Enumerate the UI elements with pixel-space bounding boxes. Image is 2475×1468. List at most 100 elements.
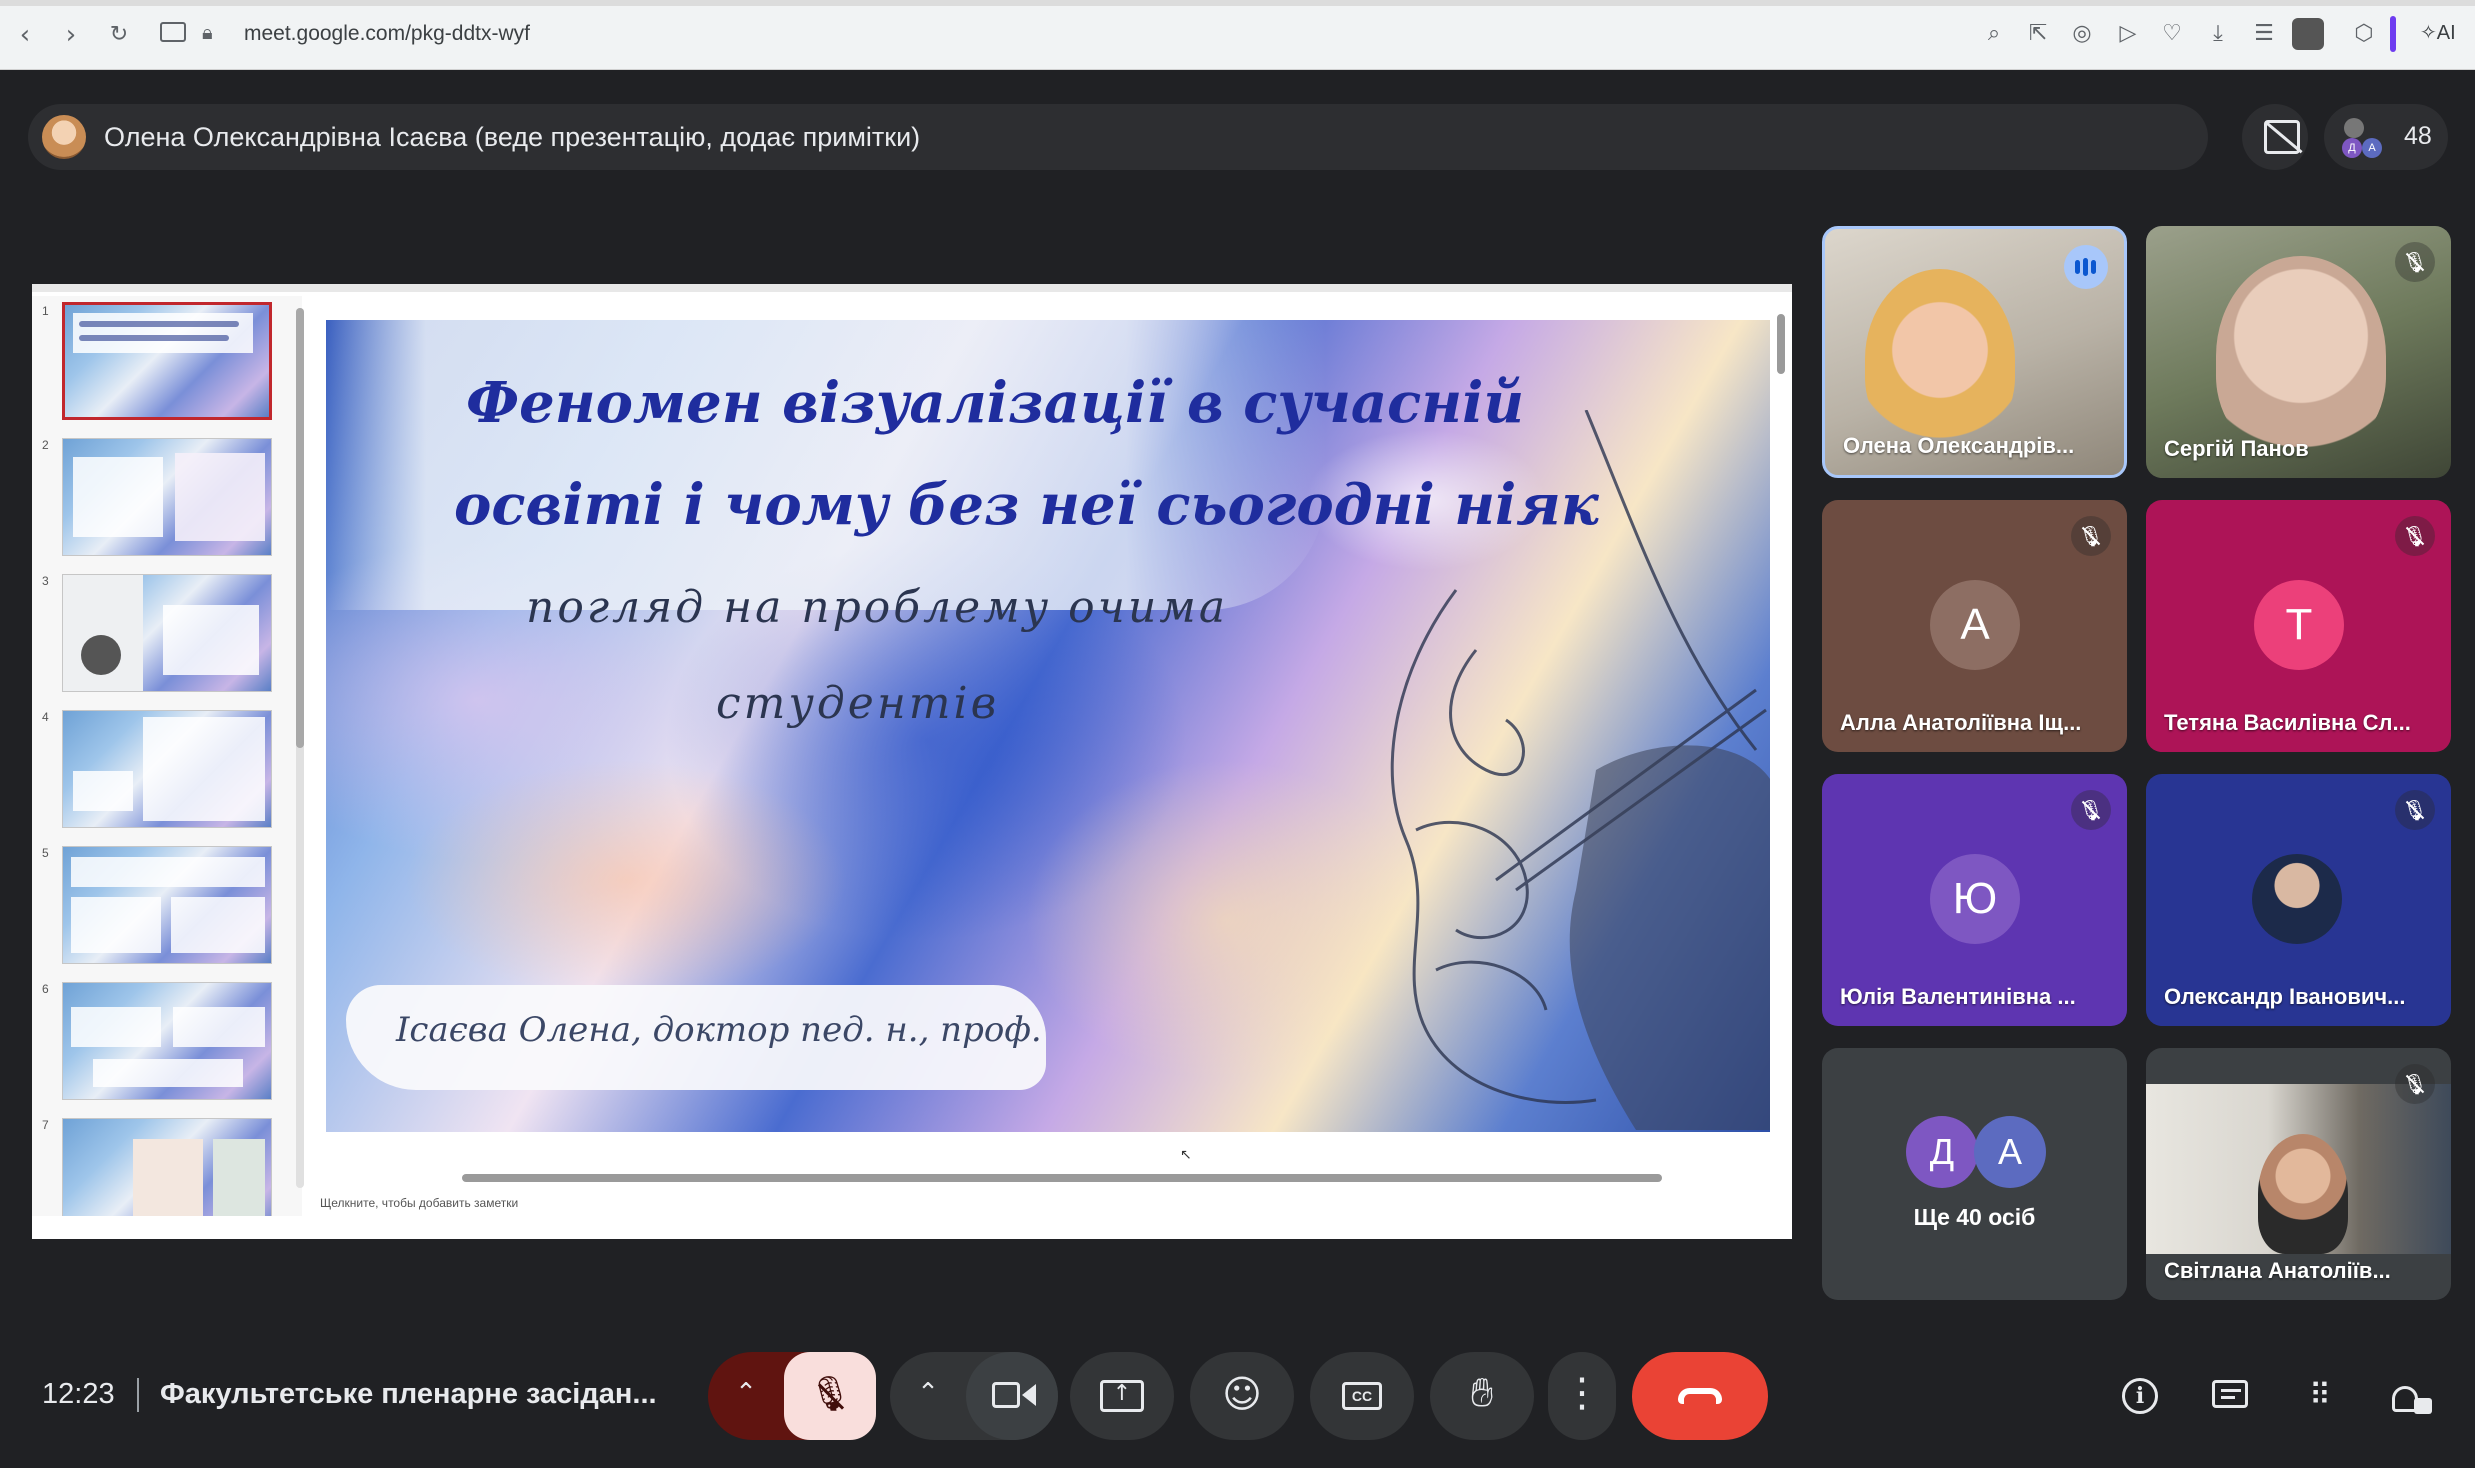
slide-thumbnail-7[interactable]: [62, 1118, 272, 1216]
participant-name: Тетяна Василівна Сл...: [2164, 710, 2411, 735]
extension-cube-icon[interactable]: ⬡: [2348, 18, 2380, 50]
presenter-name: Олена Олександрівна Ісаєва (веде презент…: [104, 122, 921, 152]
participant-tile-3[interactable]: А 🎙︎ Алла Анатоліївна Іщ...: [1822, 500, 2127, 752]
profile-avatar[interactable]: [2292, 18, 2324, 50]
stop-presenting-button[interactable]: [2242, 104, 2308, 170]
participant-video: [1865, 269, 2015, 449]
slide-author: Ісаєва Олена, доктор пед. н., проф.: [396, 1010, 1042, 1050]
present-screen-button[interactable]: ↑: [1070, 1352, 1174, 1440]
slide-thumbnail-3[interactable]: [62, 574, 272, 692]
leave-call-button[interactable]: [1632, 1352, 1768, 1440]
microphone-control-group: ⌃ 🎙︎: [708, 1352, 876, 1440]
slide-thumbnail-2[interactable]: [62, 438, 272, 556]
tab-strip: [0, 0, 2475, 6]
slide-thumbnail-5[interactable]: [62, 846, 272, 964]
host-controls-button[interactable]: [2386, 1372, 2434, 1420]
speaker-notes-field[interactable]: Щелкните, чтобы добавить заметки: [320, 1196, 518, 1210]
participant-avatar: А: [1974, 1116, 2046, 1188]
presenter-banner: Олена Олександрівна Ісаєва (веде презент…: [28, 104, 2208, 170]
participant-tile-4[interactable]: Т 🎙︎ Тетяна Василівна Сл...: [2146, 500, 2451, 752]
camera-icon[interactable]: ◎: [2066, 18, 2098, 50]
mic-off-icon: 🎙︎: [2395, 242, 2435, 282]
people-avatars-icon: Д А: [2342, 118, 2388, 158]
activities-button[interactable]: ⠿: [2296, 1372, 2344, 1420]
slide-horizontal-scrollbar[interactable]: [462, 1174, 1662, 1182]
slide-subtitle-line-1: погляд на проблему очима: [526, 582, 1229, 633]
slide-thumbnails-panel[interactable]: 1 2 3 4 5 6 7: [32, 296, 302, 1216]
participant-video: [2216, 256, 2386, 456]
slide-thumbnail-4[interactable]: [62, 710, 272, 828]
present-off-icon: [2264, 120, 2300, 154]
participant-avatar: [2252, 854, 2342, 944]
video-camera-icon: [992, 1382, 1020, 1408]
participant-name: Олександр Іванович...: [2164, 984, 2406, 1009]
reload-icon[interactable]: ↻: [100, 16, 138, 54]
apps-grid-icon: ⠿: [2309, 1378, 2331, 1413]
slide-thumbnail-1[interactable]: [62, 302, 272, 420]
address-bar[interactable]: 🔒︎ meet.google.com/pkg-ddtx-wyf: [140, 12, 1960, 58]
chat-button[interactable]: [2206, 1372, 2254, 1420]
site-info-icon[interactable]: [160, 22, 186, 42]
mic-toggle-button[interactable]: 🎙︎: [784, 1352, 876, 1440]
mic-off-icon: 🎙︎: [2395, 790, 2435, 830]
more-vertical-icon: ⋮: [1562, 1370, 1602, 1416]
raise-hand-button[interactable]: ✋︎: [1430, 1352, 1534, 1440]
slide-thumbnail-6[interactable]: [62, 982, 272, 1100]
presentation-window: 1 2 3 4 5 6 7 Феномен візуалізації в суч…: [32, 284, 1792, 1239]
participant-tile-2[interactable]: 🎙︎ Сергій Панов: [2146, 226, 2451, 478]
slide-vertical-scrollbar[interactable]: [1777, 314, 1785, 374]
heart-icon[interactable]: ♡: [2156, 18, 2188, 50]
participant-name: Світлана Анатоліїв...: [2164, 1258, 2391, 1283]
share-icon[interactable]: ⇱: [2022, 18, 2054, 50]
reactions-button[interactable]: ☺: [1190, 1352, 1294, 1440]
more-participants-tile[interactable]: Д А Ще 40 осіб: [1822, 1048, 2127, 1300]
download-icon[interactable]: ⤓: [2202, 18, 2234, 50]
title-band: [326, 320, 1326, 610]
participant-name: Алла Анатоліївна Іщ...: [1840, 710, 2082, 735]
participant-tile-7[interactable]: 🎙︎ Світлана Анатоліїв...: [2146, 1048, 2451, 1300]
menu-list-icon[interactable]: ☰: [2248, 18, 2280, 50]
back-icon[interactable]: ‹: [6, 16, 44, 54]
thumb-number: 1: [42, 304, 49, 318]
hand-icon: ✋︎: [1470, 1370, 1494, 1416]
camera-toggle-button[interactable]: [966, 1352, 1058, 1440]
thumb-number: 2: [42, 438, 49, 452]
participant-avatar: Ю: [1930, 854, 2020, 944]
camera-options-chevron-icon[interactable]: ⌃: [908, 1378, 948, 1408]
participant-tile-6[interactable]: 🎙︎ Олександр Іванович...: [2146, 774, 2451, 1026]
presenter-avatar: [42, 115, 86, 159]
meeting-title: Факультетське пленарне засідан...: [160, 1378, 657, 1410]
mouse-cursor-icon: ↖: [1180, 1146, 1192, 1162]
mic-off-icon: 🎙︎: [2071, 516, 2111, 556]
emoji-icon: ☺: [1222, 1372, 1262, 1416]
hang-up-icon: [1678, 1388, 1722, 1404]
slide-subtitle-line-2: студентів: [716, 678, 1000, 729]
zoom-icon[interactable]: ⌕: [1978, 18, 2010, 50]
play-icon[interactable]: ▷: [2112, 18, 2144, 50]
mic-off-icon: 🎙︎: [2395, 516, 2435, 556]
more-options-button[interactable]: ⋮: [1548, 1352, 1616, 1440]
browser-toolbar: ‹ › ↻ 🔒︎ meet.google.com/pkg-ddtx-wyf ⌕ …: [0, 0, 2475, 70]
participant-count: 48: [2404, 122, 2432, 150]
participant-tile-5[interactable]: Ю 🎙︎ Юлія Валентинівна ...: [1822, 774, 2127, 1026]
ai-button[interactable]: ✧AI: [2420, 20, 2456, 45]
more-participants-label: Ще 40 осіб: [1913, 1204, 2036, 1230]
mic-options-chevron-icon[interactable]: ⌃: [726, 1378, 766, 1408]
people-button[interactable]: Д А 48: [2324, 104, 2448, 170]
thumbnails-scrollbar[interactable]: [296, 308, 304, 1188]
meeting-details-button[interactable]: i: [2116, 1372, 2164, 1420]
present-screen-icon: ↑: [1100, 1380, 1144, 1412]
ai-sparkle-icon: ✧: [2420, 22, 2437, 44]
separator: [137, 1378, 139, 1412]
thumb-number: 3: [42, 574, 49, 588]
closed-captions-icon: CC: [1342, 1382, 1382, 1410]
thumb-number: 4: [42, 710, 49, 724]
meeting-clock: 12:23: [42, 1378, 115, 1410]
speaking-indicator-icon: [2064, 245, 2108, 289]
slides-toolbar: [32, 284, 1792, 292]
participant-tile-1[interactable]: Олена Олександрів...: [1822, 226, 2127, 478]
pen-hand-illustration: [1390, 410, 1770, 1130]
mic-off-icon: 🎙︎: [2071, 790, 2111, 830]
forward-icon[interactable]: ›: [52, 16, 90, 54]
captions-button[interactable]: CC: [1310, 1352, 1414, 1440]
